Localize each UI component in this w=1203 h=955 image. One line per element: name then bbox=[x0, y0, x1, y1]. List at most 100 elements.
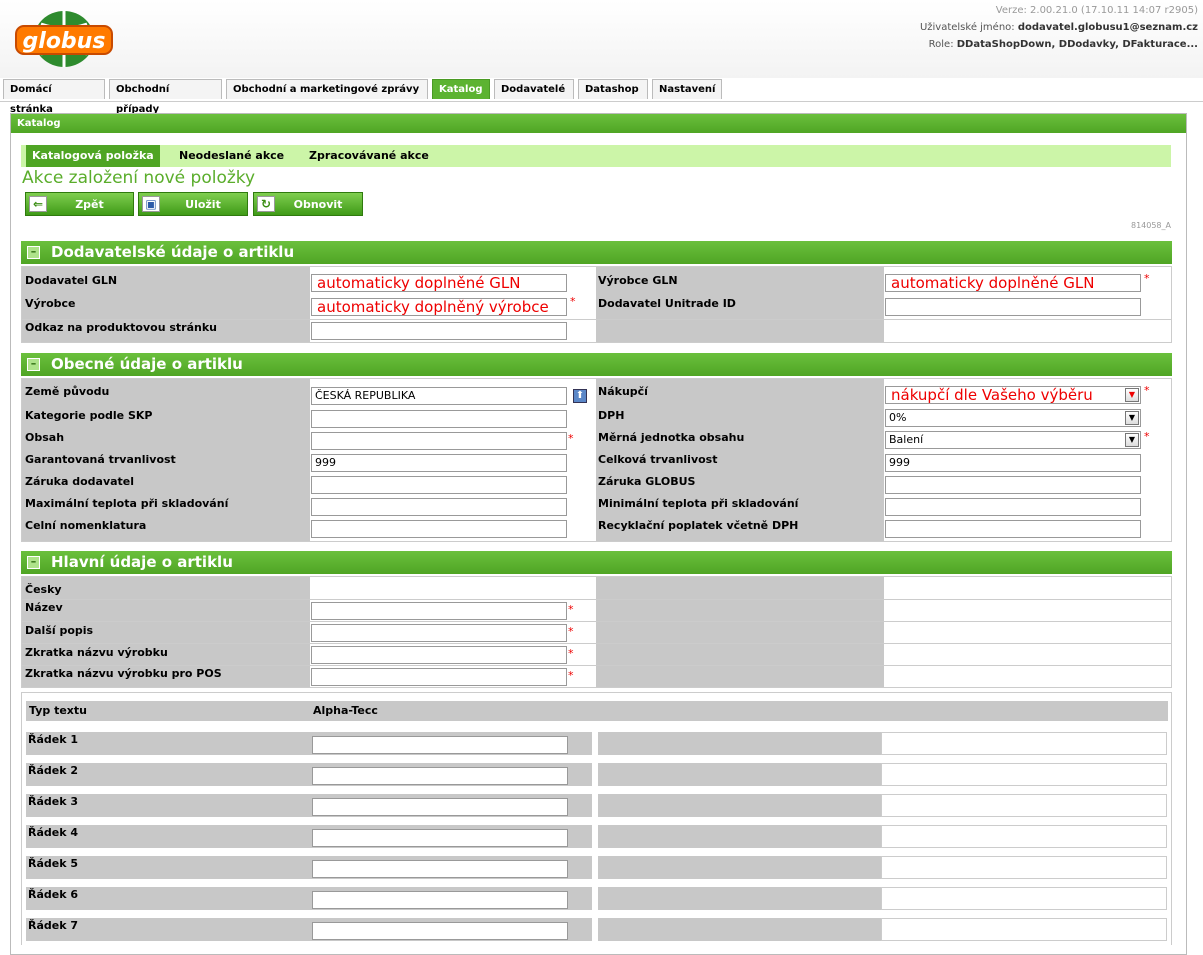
supplier-warranty-field[interactable] bbox=[311, 476, 567, 494]
supplier-section-header[interactable]: – Dodavatelské údaje o artiklu bbox=[21, 241, 1172, 264]
text-line-row: Řádek 2 bbox=[26, 763, 1168, 786]
tab-datashop[interactable]: Datashop bbox=[578, 79, 648, 99]
subtab-catalog-item[interactable]: Katalogová položka bbox=[26, 145, 160, 167]
subtab-processing[interactable]: Zpracovávané akce bbox=[303, 145, 435, 167]
text-line-row: Řádek 4 bbox=[26, 825, 1168, 848]
text-line-label: Řádek 1 bbox=[28, 733, 79, 746]
tab-settings[interactable]: Nastavení bbox=[652, 79, 722, 99]
supplier-gln-field[interactable]: automaticky doplněné GLN bbox=[311, 274, 567, 292]
tab-business-cases[interactable]: Obchodní případy bbox=[109, 79, 222, 115]
subtab-unsent[interactable]: Neodeslané akce bbox=[173, 145, 290, 167]
lookup-icon[interactable]: ⬆ bbox=[573, 389, 587, 403]
main-section-title: Hlavní údaje o artiklu bbox=[51, 553, 233, 571]
text-line-field[interactable] bbox=[312, 891, 568, 909]
main-grid: Česky Název * Další popis * Zkratka názv… bbox=[21, 576, 1172, 688]
supplier-grid: Dodavatel GLN automaticky doplněné GLN V… bbox=[21, 266, 1172, 343]
description-field[interactable] bbox=[311, 624, 567, 642]
text-line-field[interactable] bbox=[312, 860, 568, 878]
manufacturer-field[interactable]: automaticky doplněný výrobce bbox=[311, 298, 567, 316]
origin-label: Země původu bbox=[25, 385, 110, 398]
text-line-row: Řádek 5 bbox=[26, 856, 1168, 879]
save-button-label: Uložit bbox=[185, 198, 221, 211]
collapse-icon[interactable]: – bbox=[27, 358, 40, 371]
page-title: Akce založení nové položky bbox=[22, 168, 256, 188]
unit-value: Balení bbox=[889, 433, 924, 446]
tab-suppliers[interactable]: Dodavatelé bbox=[494, 79, 574, 99]
user-label: Uživatelské jméno: bbox=[919, 22, 1015, 33]
text-line-row: Řádek 6 bbox=[26, 887, 1168, 910]
text-line-field[interactable] bbox=[312, 829, 568, 847]
content-field[interactable] bbox=[311, 432, 567, 450]
chevron-down-icon[interactable]: ▼ bbox=[1125, 411, 1139, 425]
tab-home[interactable]: Domácí stránka bbox=[3, 79, 105, 115]
name-field[interactable] bbox=[311, 602, 567, 620]
customs-field[interactable] bbox=[311, 520, 567, 538]
manufacturer-gln-label: Výrobce GLN bbox=[598, 274, 678, 287]
origin-field[interactable]: ČESKÁ REPUBLIKA bbox=[311, 387, 567, 405]
unitrade-id-field[interactable] bbox=[885, 298, 1141, 316]
chevron-down-icon[interactable]: ▼ bbox=[1125, 388, 1139, 402]
buyer-value: nákupčí dle Vašeho výběru bbox=[891, 386, 1093, 404]
general-section-header[interactable]: – Obecné údaje o artiklu bbox=[21, 353, 1172, 376]
product-link-field[interactable] bbox=[311, 322, 567, 340]
short-name-label: Zkratka názvu výrobku bbox=[25, 646, 168, 659]
chevron-down-icon[interactable]: ▼ bbox=[1125, 433, 1139, 447]
subtabs: Katalogová položka Neodeslané akce Zprac… bbox=[21, 145, 1171, 167]
text-type-header: Typ textu bbox=[29, 704, 87, 717]
back-button[interactable]: ⇐ Zpět bbox=[25, 192, 134, 216]
text-line-field[interactable] bbox=[312, 767, 568, 785]
unit-select[interactable]: Balení ▼ bbox=[885, 431, 1141, 449]
text-line-row: Řádek 3 bbox=[26, 794, 1168, 817]
customs-label: Celní nomenklatura bbox=[25, 519, 147, 532]
main-section-header[interactable]: – Hlavní údaje o artiklu bbox=[21, 551, 1172, 574]
collapse-icon[interactable]: – bbox=[27, 556, 40, 569]
guaranteed-shelf-field[interactable]: 999 bbox=[311, 454, 567, 472]
short-name-pos-field[interactable] bbox=[311, 668, 567, 686]
globus-warranty-field[interactable] bbox=[885, 476, 1141, 494]
min-temp-field[interactable] bbox=[885, 498, 1141, 516]
refresh-button[interactable]: ↻ Obnovit bbox=[253, 192, 363, 216]
tab-catalog[interactable]: Katalog bbox=[432, 79, 490, 99]
recycling-field[interactable] bbox=[885, 520, 1141, 538]
skp-label: Kategorie podle SKP bbox=[25, 409, 153, 422]
text-line-field[interactable] bbox=[312, 922, 568, 940]
text-line-row: Řádek 1 bbox=[26, 732, 1168, 755]
tab-marketing-news[interactable]: Obchodní a marketingové zprávy bbox=[226, 79, 428, 99]
text-line-label: Řádek 6 bbox=[28, 888, 79, 901]
globus-logo[interactable]: globus bbox=[14, 8, 114, 70]
vat-label: DPH bbox=[598, 409, 625, 422]
general-grid: Země původu ČESKÁ REPUBLIKA ⬆ Nákupčí ná… bbox=[21, 378, 1172, 542]
short-name-field[interactable] bbox=[311, 646, 567, 664]
text-line-label: Řádek 7 bbox=[28, 919, 79, 932]
buyer-select[interactable]: nákupčí dle Vašeho výběru ▼ bbox=[885, 386, 1141, 404]
total-shelf-field[interactable]: 999 bbox=[885, 454, 1141, 472]
text-line-field[interactable] bbox=[312, 736, 568, 754]
refresh-button-label: Obnovit bbox=[293, 198, 343, 211]
manufacturer-gln-field[interactable]: automaticky doplněné GLN bbox=[885, 274, 1141, 292]
save-button[interactable]: ▣ Uložit bbox=[138, 192, 248, 216]
panel-title: Katalog bbox=[11, 114, 1186, 133]
role-label: Role: bbox=[928, 39, 954, 50]
back-button-label: Zpět bbox=[75, 198, 104, 211]
total-shelf-label: Celková trvanlivost bbox=[598, 453, 718, 466]
text-line-field[interactable] bbox=[312, 798, 568, 816]
page-header: globus Verze: 2.00.21.0 (17.10.11 14:07 … bbox=[0, 0, 1203, 78]
skp-field[interactable] bbox=[311, 410, 567, 428]
vat-select[interactable]: 0% ▼ bbox=[885, 409, 1141, 427]
max-temp-field[interactable] bbox=[311, 498, 567, 516]
buyer-label: Nákupčí bbox=[598, 385, 648, 398]
guaranteed-shelf-label: Garantovaná trvanlivost bbox=[25, 453, 176, 466]
vat-value: 0% bbox=[889, 411, 907, 424]
text-lines-header bbox=[26, 701, 1168, 721]
product-link-label: Odkaz na produktovou stránku bbox=[25, 321, 217, 334]
short-name-pos-label: Zkratka názvu výrobku pro POS bbox=[25, 667, 222, 680]
text-line-label: Řádek 2 bbox=[28, 764, 79, 777]
role-value: DDataShopDown, DDodavky, DFakturace... bbox=[956, 39, 1198, 50]
text-line-label: Řádek 5 bbox=[28, 857, 79, 870]
user-value: dodavatel.globusu1@seznam.cz bbox=[1017, 22, 1198, 33]
page-code: 814058_A bbox=[1130, 221, 1171, 230]
collapse-icon[interactable]: – bbox=[27, 246, 40, 259]
version-text: Verze: 2.00.21.0 (17.10.11 14:07 r2905) bbox=[995, 5, 1198, 16]
main-nav: Domácí stránka Obchodní případy Obchodní… bbox=[0, 79, 1203, 115]
unitrade-id-label: Dodavatel Unitrade ID bbox=[598, 297, 736, 310]
